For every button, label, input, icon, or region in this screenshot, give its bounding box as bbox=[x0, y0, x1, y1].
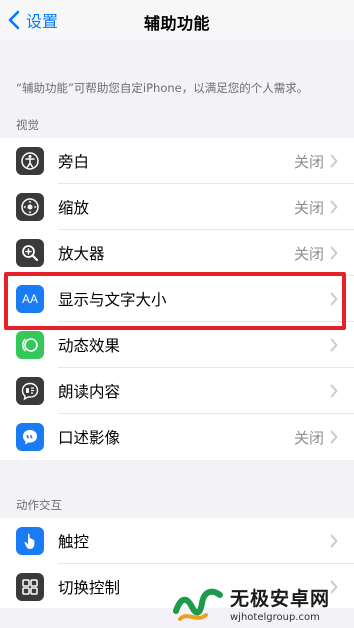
row-voiceover[interactable]: 旁白 关闭 bbox=[0, 138, 354, 184]
row-touch[interactable]: 触控 bbox=[0, 518, 354, 564]
vision-group: 旁白 关闭 缩放 关闭 放大器 关闭 AA 显示与文字大小 动态效果 朗读内容 … bbox=[0, 138, 354, 460]
display-text-size-icon: AA bbox=[16, 285, 44, 313]
chevron-right-icon bbox=[330, 338, 338, 352]
section-header-interaction: 动作交互 bbox=[16, 498, 62, 512]
row-zoom[interactable]: 缩放 关闭 bbox=[0, 184, 354, 230]
row-display-text-size[interactable]: AA 显示与文字大小 bbox=[0, 276, 354, 322]
audio-descriptions-icon bbox=[16, 423, 44, 451]
chevron-right-icon bbox=[330, 384, 338, 398]
row-spoken-content[interactable]: 朗读内容 bbox=[0, 368, 354, 414]
row-label: 缩放 bbox=[58, 199, 90, 217]
description-text: “辅助功能”可帮助您自定iPhone，以满足您的个人需求。 bbox=[16, 81, 309, 95]
row-label: 显示与文字大小 bbox=[58, 291, 167, 309]
row-label: 切换控制 bbox=[58, 579, 121, 597]
watermark-logo-icon bbox=[173, 588, 223, 621]
touch-icon bbox=[16, 527, 44, 555]
navigation-bar: 设置 辅助功能 bbox=[0, 0, 354, 40]
page-title: 辅助功能 bbox=[143, 14, 210, 33]
row-label: 旁白 bbox=[58, 153, 90, 171]
row-motion[interactable]: 动态效果 bbox=[0, 322, 354, 368]
row-label: 触控 bbox=[58, 533, 90, 551]
watermark-title: 无极安卓网 bbox=[230, 587, 331, 610]
spoken-content-icon bbox=[16, 377, 44, 405]
magnifier-icon bbox=[16, 239, 44, 267]
chevron-right-icon bbox=[330, 154, 338, 168]
voiceover-icon bbox=[16, 147, 44, 175]
row-value: 关闭 bbox=[293, 153, 324, 171]
chevron-right-icon bbox=[330, 534, 338, 548]
row-audio-descriptions[interactable]: 口述影像 关闭 bbox=[0, 414, 354, 460]
row-label: 放大器 bbox=[58, 245, 105, 263]
chevron-right-icon bbox=[330, 292, 338, 306]
section-header-vision: 视觉 bbox=[16, 118, 39, 132]
chevron-right-icon bbox=[330, 200, 338, 214]
chevron-right-icon bbox=[330, 430, 338, 444]
motion-icon bbox=[16, 331, 44, 359]
row-value: 关闭 bbox=[293, 245, 324, 263]
watermark-url: wjhotelgroup.com bbox=[230, 611, 320, 623]
row-magnifier[interactable]: 放大器 关闭 bbox=[0, 230, 354, 276]
row-label: 口述影像 bbox=[58, 429, 121, 447]
watermark: 无极安卓网 wjhotelgroup.com bbox=[172, 578, 354, 628]
row-label: 动态效果 bbox=[58, 337, 121, 355]
row-label: 朗读内容 bbox=[58, 383, 121, 401]
zoom-icon bbox=[16, 193, 44, 221]
chevron-right-icon bbox=[330, 246, 338, 260]
row-value: 关闭 bbox=[293, 429, 324, 447]
row-value: 关闭 bbox=[293, 199, 324, 217]
switch-control-icon bbox=[16, 573, 44, 601]
icon-glyph: AA bbox=[21, 292, 38, 306]
